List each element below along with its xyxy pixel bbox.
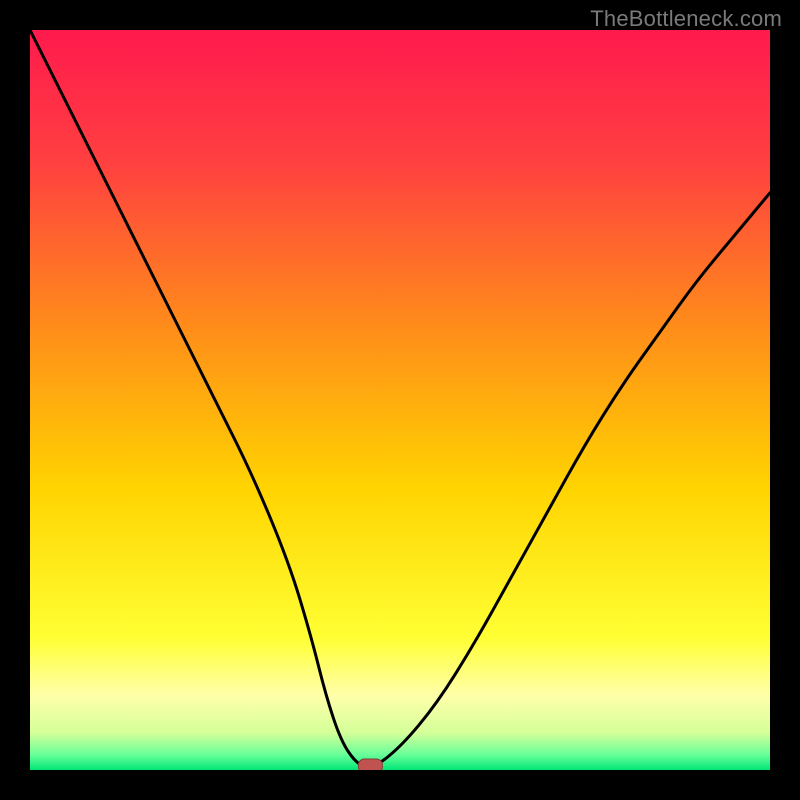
optimal-point-marker: [358, 759, 382, 770]
gradient-background: [30, 30, 770, 770]
bottleneck-chart: [30, 30, 770, 770]
watermark-text: TheBottleneck.com: [590, 6, 782, 32]
chart-frame: [30, 30, 770, 770]
